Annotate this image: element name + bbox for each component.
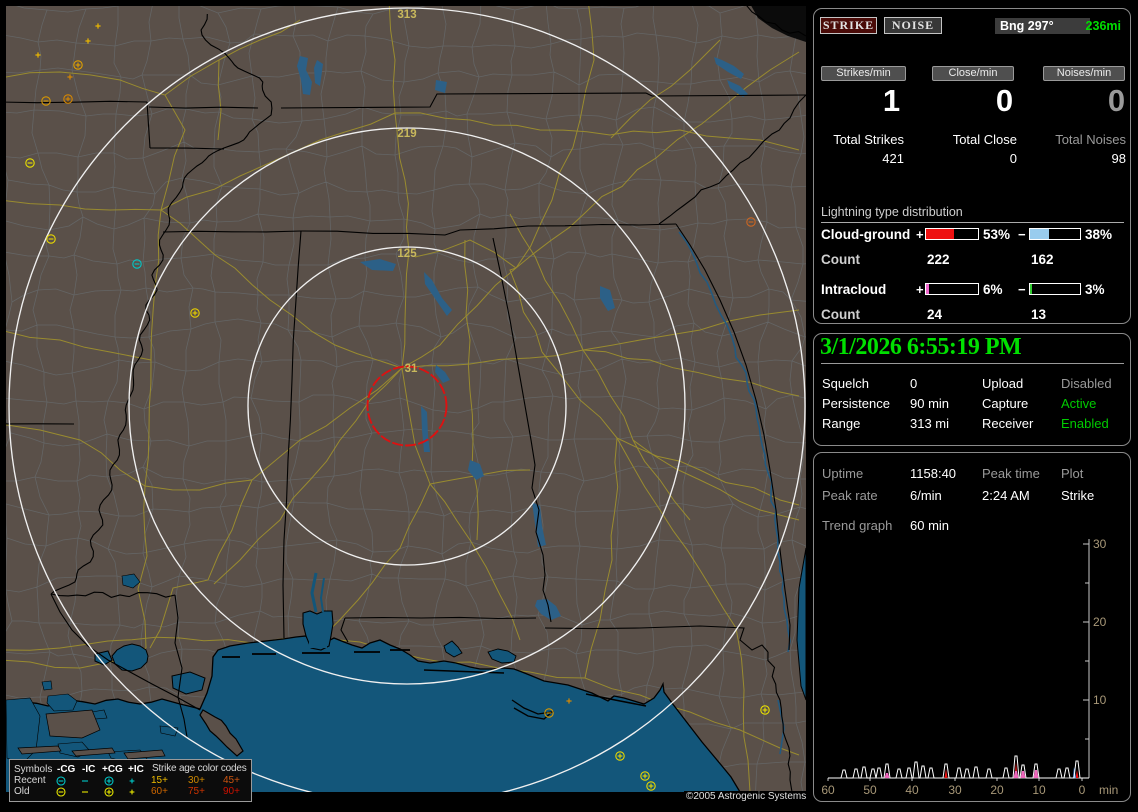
svg-text:min: min: [1099, 783, 1118, 797]
svg-text:30: 30: [1093, 537, 1107, 551]
svg-text:10: 10: [1032, 783, 1046, 797]
svg-text:50: 50: [863, 783, 877, 797]
svg-text:30: 30: [948, 783, 962, 797]
svg-text:125: 125: [397, 248, 417, 260]
svg-text:0: 0: [1079, 783, 1086, 797]
svg-text:60: 60: [821, 783, 835, 797]
svg-text:219: 219: [397, 128, 416, 140]
svg-text:20: 20: [1093, 615, 1107, 629]
svg-text:31: 31: [405, 363, 418, 375]
svg-text:40: 40: [905, 783, 919, 797]
svg-text:313: 313: [397, 9, 416, 21]
svg-text:20: 20: [990, 783, 1004, 797]
svg-text:10: 10: [1093, 693, 1107, 707]
